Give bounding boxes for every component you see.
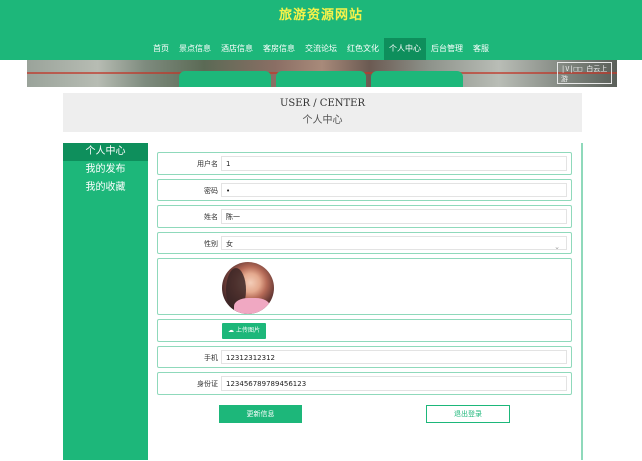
avatar-shirt	[234, 298, 270, 314]
banner-image: |V|□□ 白云上游	[27, 60, 617, 87]
nav-item-admin[interactable]: 后台管理	[426, 38, 468, 60]
sidebar-item-user-center[interactable]: 个人中心	[63, 143, 148, 161]
sidebar: 个人中心 我的发布 我的收藏	[63, 143, 148, 460]
form-row-gender: 性别 女 ⌄	[157, 232, 572, 254]
nav-item-rooms[interactable]: 客房信息	[258, 38, 300, 60]
form-row-password: 密码 •	[157, 179, 572, 201]
nav-item-home[interactable]: 首页	[148, 38, 174, 60]
section-heading: USER / CENTER 个人中心	[63, 93, 582, 132]
sidebar-item-my-posts[interactable]: 我的发布	[63, 161, 148, 179]
nav-item-attractions[interactable]: 景点信息	[174, 38, 216, 60]
name-label: 姓名	[204, 213, 218, 221]
password-input[interactable]: •	[221, 183, 567, 197]
nav-item-user-center[interactable]: 个人中心	[384, 38, 426, 60]
upload-image-button[interactable]: ☁ 上传图片	[222, 323, 266, 339]
banner-tab	[371, 71, 463, 87]
username-input[interactable]: 1	[221, 156, 567, 171]
nav-item-red-culture[interactable]: 红色文化	[342, 38, 384, 60]
sidebar-item-my-favorites[interactable]: 我的收藏	[63, 179, 148, 197]
banner-watermark: |V|□□ 白云上游	[557, 62, 612, 84]
section-title-zh: 个人中心	[302, 115, 343, 126]
site-title: 旅游资源网站	[278, 8, 363, 23]
form-row-phone: 手机 12312312312	[157, 346, 572, 368]
nav-item-hotels[interactable]: 酒店信息	[216, 38, 258, 60]
chevron-down-icon: ⌄	[554, 243, 560, 251]
form-row-name: 姓名 陈一	[157, 205, 572, 228]
upload-image-label: 上传图片	[235, 327, 260, 334]
avatar	[222, 262, 274, 314]
main-nav: 首页 景点信息 酒店信息 客房信息 交流论坛 红色文化 个人中心 后台管理 客服	[0, 38, 642, 60]
site-header: 旅游资源网站 首页 景点信息 酒店信息 客房信息 交流论坛 红色文化 个人中心 …	[0, 0, 642, 60]
username-label: 用户名	[197, 160, 218, 168]
update-info-button[interactable]: 更新信息	[219, 405, 302, 423]
form-row-avatar	[157, 258, 572, 315]
gender-select[interactable]: 女 ⌄	[221, 236, 567, 251]
user-form: 用户名 1 密码 • 姓名 陈一 性别 女 ⌄ ☁ 上传图片 手机 123123…	[155, 143, 583, 460]
id-card-label: 身份证	[197, 380, 218, 388]
form-row-username: 用户名 1	[157, 152, 572, 175]
password-label: 密码	[204, 187, 218, 195]
cloud-upload-icon: ☁	[227, 327, 234, 334]
phone-label: 手机	[204, 354, 218, 362]
nav-item-customer-service[interactable]: 客服	[468, 38, 494, 60]
form-row-upload: ☁ 上传图片	[157, 319, 572, 342]
gender-select-value: 女	[226, 240, 233, 248]
logout-button[interactable]: 退出登录	[426, 405, 510, 423]
section-title-en: USER / CENTER	[279, 98, 366, 109]
phone-input[interactable]: 12312312312	[221, 350, 567, 364]
id-card-input[interactable]: 123456789789456123	[221, 376, 567, 391]
form-row-id-card: 身份证 123456789789456123	[157, 372, 572, 395]
banner-tab	[276, 71, 366, 87]
gender-label: 性别	[204, 240, 218, 248]
page: 旅游资源网站 首页 景点信息 酒店信息 客房信息 交流论坛 红色文化 个人中心 …	[0, 0, 642, 461]
name-input[interactable]: 陈一	[221, 209, 567, 224]
nav-item-forum[interactable]: 交流论坛	[300, 38, 342, 60]
banner-tab	[179, 71, 271, 87]
